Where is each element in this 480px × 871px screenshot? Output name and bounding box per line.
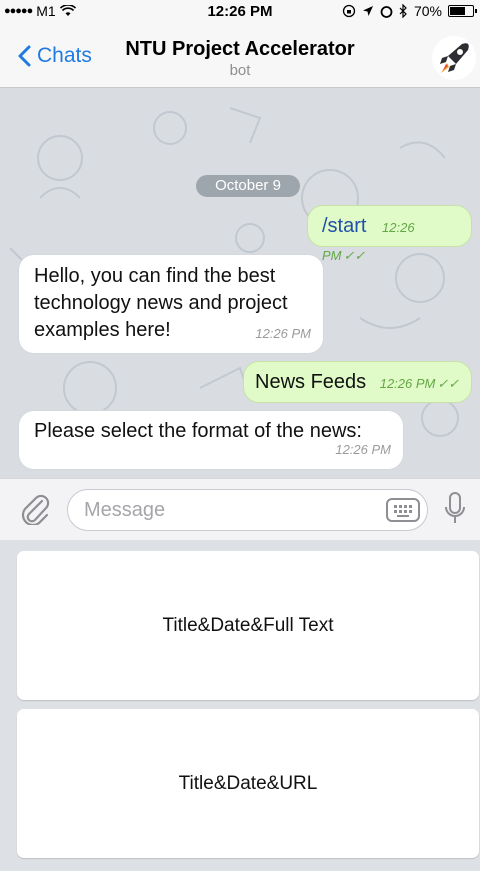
chat-title-block[interactable]: NTU Project Accelerator bot [0,38,480,79]
chat-subtitle: bot [229,62,251,79]
keyboard-icon[interactable] [386,498,420,522]
chat-area[interactable]: October 9 /start 12:26 PM ✓✓ Hello, you c… [0,88,480,478]
status-bar: ●●●●● M1 12:26 PM 70% [0,0,480,22]
paperclip-icon[interactable] [20,493,50,525]
nav-bar: Chats NTU Project Accelerator bot [0,22,480,88]
keyboard-button-label: Title&Date&Full Text [162,614,334,636]
location-icon [362,6,373,16]
message-time: 12:26 PM [255,326,311,341]
status-right: 70% [342,3,477,19]
message-time: 12:26 PM [335,442,391,457]
lock-rotation-icon [342,4,356,18]
message-text: News Feeds [255,371,367,393]
keyboard-button-label: Title&Date&URL [178,772,318,794]
message-bubble-incoming[interactable]: Please select the format of the news: 12… [18,410,404,470]
message-time: 12:26 PM [379,376,436,391]
bot-avatar[interactable] [432,36,476,80]
message-text: /start [322,215,367,237]
microphone-icon[interactable] [444,491,466,527]
message-bubble-outgoing[interactable]: /start 12:26 PM ✓✓ [307,205,472,263]
message-bubble-outgoing[interactable]: News Feeds 12:26 PM ✓✓ [243,361,472,403]
bluetooth-icon [399,4,407,18]
date-divider: October 9 [196,175,300,197]
message-bubble-incoming[interactable]: Hello, you can find the best technology … [18,254,324,354]
rocket-icon [440,43,469,73]
message-input[interactable] [67,489,428,531]
chat-title: NTU Project Accelerator [125,38,355,60]
read-checkmarks-icon: ✓✓ [437,376,460,391]
battery-percent: 70% [413,3,442,19]
alarm-icon [380,5,393,18]
read-checkmarks-icon: ✓✓ [343,248,366,263]
keyboard-button-url[interactable]: Title&Date&URL [17,709,479,858]
message-composer [0,478,480,540]
keyboard-button-full-text[interactable]: Title&Date&Full Text [17,551,479,700]
bot-keyboard: Title&Date&Full Text Title&Date&URL [0,540,480,871]
battery-level-fill [450,7,465,15]
battery-icon [448,5,477,17]
